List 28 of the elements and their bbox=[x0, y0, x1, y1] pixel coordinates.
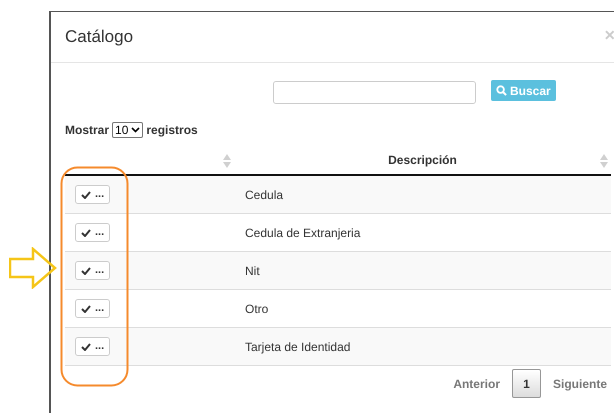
modal-title: Catálogo bbox=[65, 26, 134, 48]
table-row[interactable]: ... Tarjeta de Identidad bbox=[65, 328, 611, 366]
table-cell: Cedula de Extranjeria bbox=[245, 226, 360, 240]
select-button[interactable]: ... bbox=[75, 185, 110, 204]
select-button[interactable]: ... bbox=[75, 223, 110, 242]
length-label: registros bbox=[146, 122, 198, 139]
checkmark-icon bbox=[81, 342, 91, 350]
column-header[interactable]: Descripción bbox=[234, 146, 611, 174]
checkmark-icon bbox=[81, 266, 91, 274]
page-button[interactable]: 1 bbox=[512, 369, 541, 398]
select-button[interactable]: ... bbox=[75, 299, 110, 318]
arrow-icon bbox=[9, 247, 57, 289]
table-row[interactable]: ... Nit bbox=[65, 252, 611, 290]
search-field[interactable] bbox=[273, 80, 476, 104]
table-cell: Tarjeta de Identidad bbox=[245, 340, 350, 354]
table-cell: Otro bbox=[245, 302, 268, 316]
page-size-select[interactable]: 10 bbox=[112, 122, 144, 138]
table-cell: Nit bbox=[245, 264, 260, 278]
search-icon bbox=[496, 85, 507, 96]
checkmark-icon bbox=[81, 304, 91, 312]
checkmark-icon bbox=[81, 190, 91, 198]
length-label: Mostrar bbox=[65, 122, 110, 139]
table-cell: Cedula bbox=[245, 188, 284, 202]
select-button[interactable]: ... bbox=[75, 261, 110, 280]
checkmark-icon bbox=[81, 228, 91, 236]
table-row[interactable]: ... Cedula bbox=[65, 176, 611, 214]
select-button[interactable]: ... bbox=[75, 337, 110, 356]
chevron-down-icon bbox=[131, 127, 140, 133]
